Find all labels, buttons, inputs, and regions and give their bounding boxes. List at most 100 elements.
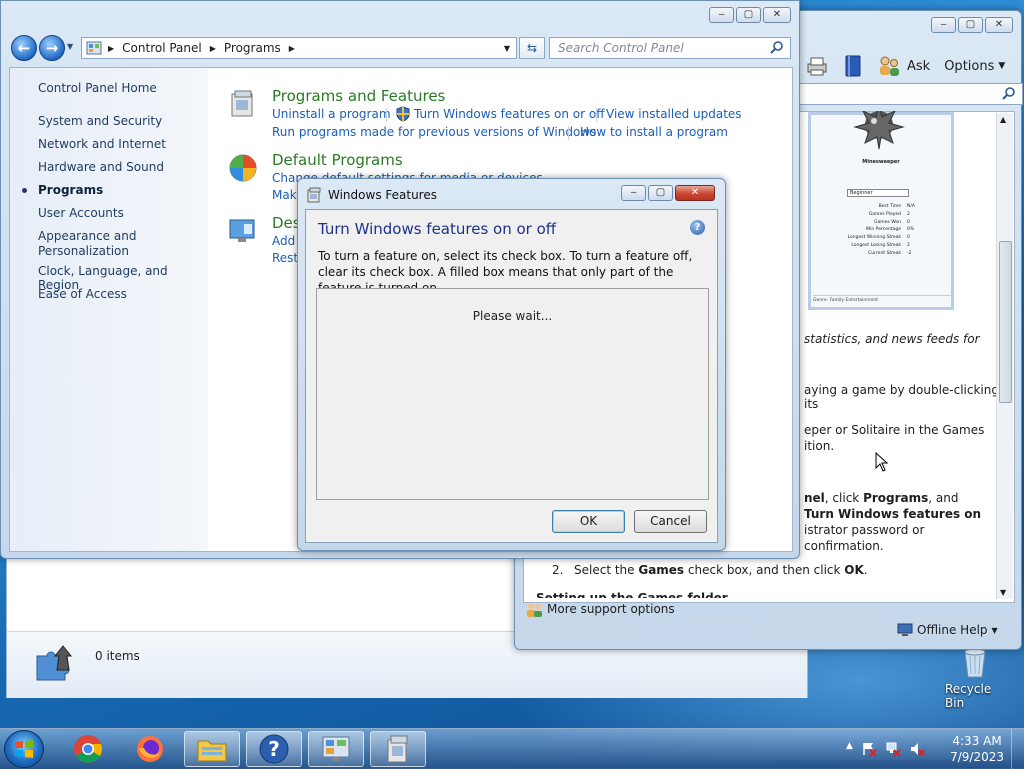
print-icon[interactable] — [805, 56, 829, 76]
navigation-pane: Control Panel Home System and Security N… — [10, 68, 208, 551]
view-installed-updates-link[interactable]: View installed updates — [606, 107, 742, 121]
taskbar-firefox[interactable] — [122, 731, 178, 767]
minesweeper-footer: Genre: Family Entertainment — [813, 295, 951, 303]
windows-logo-icon — [15, 740, 33, 758]
clock-date: 7/9/2023 — [950, 750, 1004, 764]
recycle-bin[interactable]: Recycle Bin — [940, 644, 1010, 710]
nav-programs[interactable]: Programs — [38, 183, 103, 197]
link-separator — [568, 126, 569, 140]
programs-features-title[interactable]: Programs and Features — [272, 87, 445, 105]
mouse-cursor-icon — [875, 452, 889, 472]
turn-windows-features-link[interactable]: Turn Windows features on or off — [414, 107, 605, 121]
search-icon[interactable] — [1002, 87, 1016, 101]
options-button[interactable]: Options ▼ — [944, 59, 1005, 74]
browse-help-icon[interactable] — [843, 55, 863, 77]
chevron-down-icon: ▼ — [991, 625, 998, 635]
breadcrumb-separator-icon: ▶ — [209, 43, 216, 53]
help-text-line-6: Turn Windows features on — [804, 507, 982, 521]
help-search-input[interactable] — [799, 83, 1023, 105]
uninstall-program-link[interactable]: Uninstall a program — [272, 107, 391, 121]
add-gadgets-link[interactable]: Add — [272, 234, 295, 248]
volume-icon[interactable] — [909, 741, 925, 757]
scroll-up-icon[interactable]: ▲ — [1000, 115, 1006, 124]
help-scroll-thumb[interactable] — [999, 241, 1012, 403]
dialog-minimize-button[interactable]: ‒ — [621, 185, 646, 201]
offline-help-icon — [897, 623, 913, 636]
taskbar-clock[interactable]: 4:33 AM 7/9/2023 — [950, 733, 1004, 765]
default-programs-icon — [229, 154, 257, 182]
scroll-down-icon[interactable]: ▼ — [1000, 588, 1006, 597]
ok-button[interactable]: OK — [552, 510, 625, 533]
search-icon[interactable] — [770, 41, 784, 55]
breadcrumb-programs[interactable]: Programs — [224, 41, 281, 55]
run-older-programs-link[interactable]: Run programs made for previous versions … — [272, 125, 596, 139]
network-icon[interactable] — [885, 741, 901, 757]
desktop-gadgets-icon — [229, 219, 255, 242]
help-text-line-8: confirmation. — [804, 539, 884, 553]
nav-hardware-sound[interactable]: Hardware and Sound — [38, 160, 164, 174]
help-close-button[interactable]: ✕ — [985, 17, 1013, 33]
help-text-line-2: aying a game by double-clicking its — [804, 383, 999, 411]
svg-text:?: ? — [268, 737, 280, 761]
cancel-button[interactable]: Cancel — [634, 510, 707, 533]
help-text-line-3: eper or Solitaire in the Games — [804, 423, 985, 437]
ask-button[interactable]: Ask — [907, 59, 930, 74]
nav-network-internet[interactable]: Network and Internet — [38, 137, 166, 151]
nav-ease-of-access[interactable]: Ease of Access — [38, 287, 127, 301]
offline-help-button[interactable]: Offline Help ▼ — [897, 623, 998, 637]
taskbar-windows-features[interactable] — [370, 731, 426, 767]
breadcrumb-control-panel[interactable]: Control Panel — [122, 41, 202, 55]
recent-pages-icon[interactable]: ▼ — [67, 42, 73, 51]
forward-button[interactable]: → — [39, 35, 65, 61]
how-to-install-link[interactable]: How to install a program — [580, 125, 728, 139]
control-panel-icon — [322, 736, 350, 761]
programs-features-icon — [231, 90, 253, 117]
nav-user-accounts[interactable]: User Accounts — [38, 206, 124, 220]
refresh-icon: ⇆ — [526, 41, 538, 55]
features-list[interactable]: Please wait... — [316, 288, 709, 500]
dialog-close-button[interactable]: ✕ — [675, 185, 715, 201]
support-people-icon — [527, 603, 542, 617]
close-button[interactable]: ✕ — [763, 7, 791, 23]
start-button[interactable] — [4, 730, 44, 768]
system-tray: ▲ — [846, 741, 925, 757]
active-bullet-icon — [22, 188, 27, 193]
nav-appearance[interactable]: Appearance and — [38, 229, 136, 243]
show-hidden-icons-icon[interactable]: ▲ — [846, 741, 853, 757]
help-icon[interactable]: ? — [690, 220, 705, 235]
search-input[interactable]: Search Control Panel — [549, 37, 791, 59]
help-scrollbar[interactable]: ▲ ▼ — [996, 113, 1013, 599]
taskbar-chrome[interactable] — [60, 731, 116, 767]
address-bar[interactable]: ▶ Control Panel ▶ Programs ▶ ▼ — [81, 37, 517, 59]
help-maximize-button[interactable]: ▢ — [958, 17, 983, 33]
taskbar-control-panel[interactable] — [308, 731, 364, 767]
chrome-icon — [74, 735, 102, 763]
minesweeper-screenshot: Minesweeper Beginner Best Time Games Play… — [808, 111, 954, 310]
refresh-button[interactable]: ⇆ — [519, 37, 545, 59]
windows-features-icon — [307, 187, 321, 203]
dialog-maximize-button[interactable]: ▢ — [648, 185, 673, 201]
nav-personalization[interactable]: Personalization — [38, 244, 129, 258]
more-support-link[interactable]: More support options — [525, 601, 675, 617]
ask-people-icon — [880, 56, 899, 76]
back-button[interactable]: ← — [11, 35, 37, 61]
taskbar-explorer[interactable] — [184, 731, 240, 767]
action-center-icon[interactable] — [861, 741, 877, 757]
help-bottom-bar: More support options Offline Help ▼ — [523, 601, 1013, 645]
taskbar-help[interactable]: ? — [246, 731, 302, 767]
dialog-title: Windows Features — [328, 188, 437, 202]
address-dropdown-icon[interactable]: ▼ — [504, 44, 510, 53]
uac-shield-icon — [396, 106, 410, 122]
show-desktop-button[interactable] — [1011, 729, 1024, 769]
help-question-icon: ? — [259, 734, 289, 764]
nav-system-security[interactable]: System and Security — [38, 114, 162, 128]
help-minimize-button[interactable]: ‒ — [931, 17, 956, 33]
nav-control-panel-home[interactable]: Control Panel Home — [38, 81, 157, 95]
windows-features-dialog[interactable]: Windows Features ‒ ▢ ✕ Turn Windows feat… — [297, 178, 726, 551]
dialog-content: Turn Windows features on or off ? To tur… — [305, 209, 718, 543]
minimize-button[interactable]: ‒ — [709, 7, 734, 23]
help-toolbar: Ask Options ▼ — [805, 55, 1005, 77]
maximize-button[interactable]: ▢ — [736, 7, 761, 23]
default-programs-title[interactable]: Default Programs — [272, 151, 403, 169]
chevron-down-icon: ▼ — [998, 61, 1006, 71]
